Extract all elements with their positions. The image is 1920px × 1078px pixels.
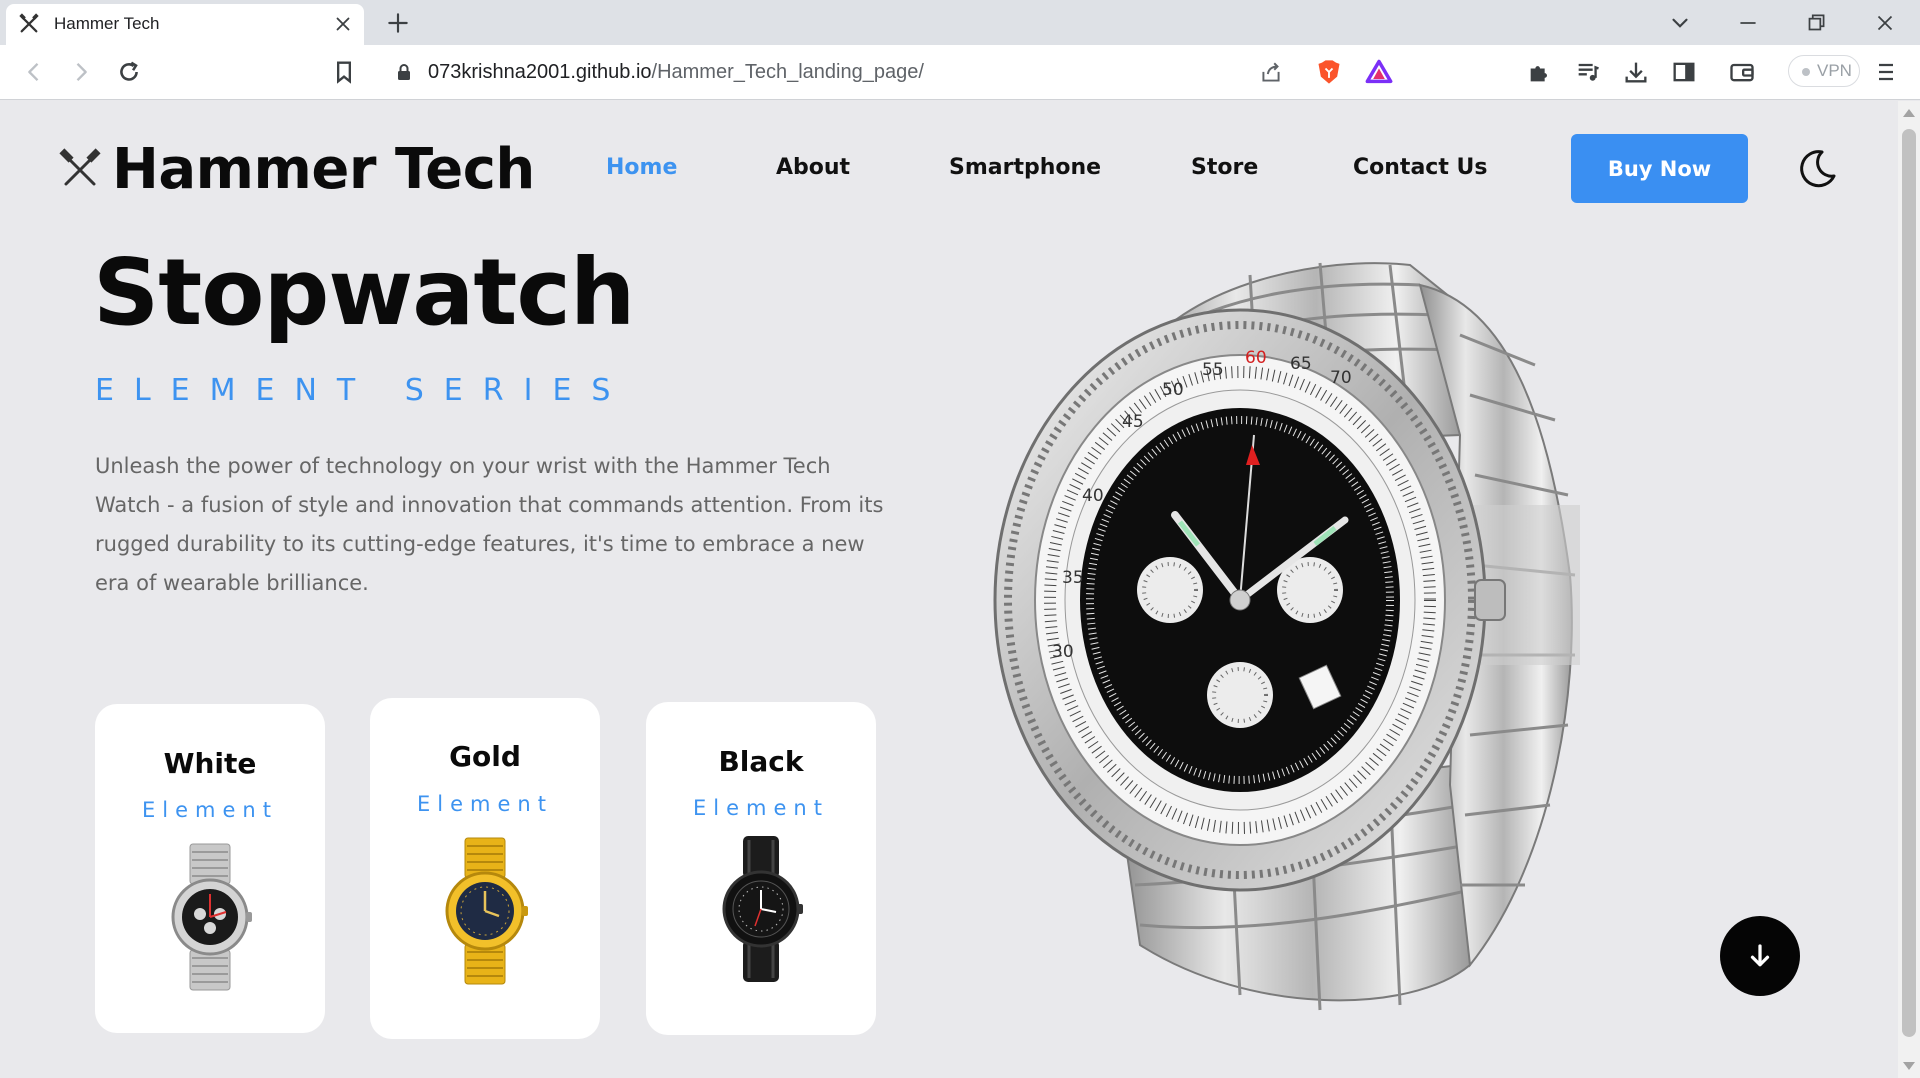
wallet-icon[interactable]	[1728, 58, 1756, 86]
gold-watch-image	[445, 837, 528, 985]
bookmark-icon[interactable]	[330, 58, 358, 86]
hero-series-label: ELEMENT SERIES	[95, 373, 631, 408]
nav-store[interactable]: Store	[1191, 155, 1258, 180]
lock-icon	[398, 64, 410, 80]
bezel-number: 35	[1062, 568, 1084, 588]
media-playlist-icon[interactable]	[1574, 58, 1602, 86]
card-subtitle: Element	[693, 796, 829, 820]
vpn-status-dot	[1802, 68, 1810, 76]
vpn-label: VPN	[1817, 61, 1852, 80]
product-card-black[interactable]: Black Element	[646, 702, 876, 1035]
vpn-button[interactable]: VPN	[1788, 55, 1860, 87]
bezel-number: 60	[1245, 348, 1267, 368]
scroll-up-arrow-icon[interactable]	[1903, 109, 1915, 117]
card-subtitle: Element	[417, 792, 553, 816]
url-domain: 073krishna2001.github.io	[428, 61, 652, 83]
hero-title: Stopwatch	[93, 239, 635, 346]
back-arrow-icon[interactable]	[20, 58, 48, 86]
brand-logo[interactable]: Hammer Tech	[58, 137, 535, 202]
tab-search-chevron-icon[interactable]	[1667, 10, 1693, 36]
close-tab-icon[interactable]	[332, 13, 354, 35]
product-card-gold[interactable]: Gold Element	[370, 698, 600, 1039]
url-path: /Hammer_Tech_landing_page/	[651, 61, 924, 83]
bezel-number: 45	[1122, 412, 1144, 432]
scroll-down-button[interactable]	[1720, 916, 1800, 996]
brave-shields-icon[interactable]	[1315, 58, 1343, 86]
bezel-number: 40	[1082, 486, 1104, 506]
nav-smartphone[interactable]: Smartphone	[949, 155, 1101, 180]
forward-arrow-icon[interactable]	[67, 58, 95, 86]
bezel-number: 55	[1202, 360, 1224, 380]
bezel-number: 30	[1052, 642, 1074, 662]
tab-title: Hammer Tech	[54, 14, 160, 33]
hero-watch-image: 60 65 70 55 50 45 40 35 30	[993, 262, 1580, 1011]
page-scrollbar[interactable]	[1898, 101, 1920, 1078]
card-title: White	[163, 747, 257, 780]
browser-tab-strip: Hammer Tech	[0, 0, 1920, 45]
new-tab-plus-icon[interactable]	[385, 10, 411, 36]
nav-home[interactable]: Home	[606, 155, 677, 180]
brave-rewards-icon[interactable]	[1365, 58, 1393, 86]
bezel-number: 70	[1330, 368, 1352, 388]
dark-mode-moon-icon[interactable]	[1795, 147, 1839, 191]
sidebar-toggle-icon[interactable]	[1670, 58, 1698, 86]
restore-window-icon[interactable]	[1803, 10, 1829, 36]
reload-icon[interactable]	[115, 58, 143, 86]
landing-page: Hammer Tech Home About Smartphone Store …	[0, 101, 1898, 1078]
browser-toolbar: 073krishna2001.github.io/Hammer_Tech_lan…	[0, 45, 1920, 100]
minimize-icon[interactable]	[1735, 10, 1761, 36]
product-card-white[interactable]: White Element	[95, 704, 325, 1033]
crossed-hammers-icon	[59, 147, 101, 185]
card-title: Black	[718, 745, 804, 778]
bezel-number: 50	[1162, 380, 1184, 400]
extensions-puzzle-icon[interactable]	[1526, 58, 1554, 86]
address-bar[interactable]: 073krishna2001.github.io/Hammer_Tech_lan…	[378, 51, 1404, 93]
nav-about[interactable]: About	[776, 155, 850, 180]
hammer-favicon-icon	[19, 13, 39, 33]
scroll-down-arrow-icon[interactable]	[1903, 1062, 1915, 1070]
card-title: Gold	[449, 740, 521, 773]
download-icon[interactable]	[1622, 58, 1650, 86]
bezel-number: 65	[1290, 354, 1312, 374]
browser-tab[interactable]: Hammer Tech	[6, 4, 364, 45]
black-watch-image	[722, 836, 803, 982]
scrollbar-thumb[interactable]	[1902, 129, 1916, 1037]
url-text: 073krishna2001.github.io/Hammer_Tech_lan…	[428, 61, 924, 84]
arrow-down-icon	[1750, 944, 1770, 967]
card-subtitle: Element	[142, 798, 278, 822]
share-icon[interactable]	[1258, 60, 1284, 86]
silver-watch-image	[171, 843, 252, 991]
nav-contact-us[interactable]: Contact Us	[1353, 155, 1487, 180]
close-window-icon[interactable]	[1872, 10, 1898, 36]
menu-hamburger-icon[interactable]	[1872, 58, 1900, 86]
hero-description: Unleash the power of technology on your …	[95, 454, 884, 595]
buy-now-button[interactable]: Buy Now	[1571, 134, 1748, 203]
brand-name: Hammer Tech	[112, 137, 535, 202]
